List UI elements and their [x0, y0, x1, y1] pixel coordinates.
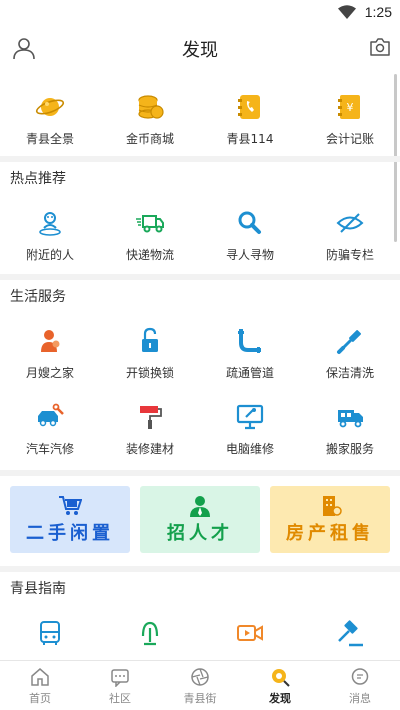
tab-discover[interactable]: 发现 — [240, 661, 320, 710]
status-bar: 1:25 — [0, 0, 400, 26]
hot-nearby-people[interactable]: 附近的人 — [0, 208, 100, 274]
ledger-icon: ¥ — [338, 95, 360, 119]
life-decoration[interactable]: 装修建材 — [100, 402, 200, 470]
hot-find-people-items[interactable]: 寻人寻物 — [200, 208, 300, 274]
banner-text: 房产租售 — [286, 522, 374, 544]
home-icon — [31, 668, 49, 686]
tab-qingxian-street[interactable]: 青县街 — [160, 661, 240, 710]
camera-icon[interactable] — [370, 38, 390, 56]
life-grid-row-1: 月嫂之家 开锁换锁 疏通管道 保洁清洗 — [0, 314, 400, 392]
guide-grid — [0, 606, 400, 660]
life-label: 疏通管道 — [225, 366, 274, 380]
discover-icon — [272, 669, 290, 687]
aperture-icon — [191, 668, 209, 686]
life-nanny[interactable]: 月嫂之家 — [0, 326, 100, 392]
feature-label: 金币商城 — [125, 132, 174, 146]
guide-item-law[interactable] — [300, 618, 400, 660]
banner-second-hand[interactable]: 二手闲置 — [10, 486, 130, 553]
feature-qingxian-114[interactable]: 青县114 — [200, 92, 300, 156]
delivery-truck-icon — [136, 215, 164, 233]
life-label: 搬家服务 — [325, 442, 374, 456]
feature-coin-mall[interactable]: 金币商城 — [100, 92, 200, 156]
promo-banners: 二手闲置 招人才 房产租售 — [0, 476, 400, 566]
banner-recruit[interactable]: 招人才 — [140, 486, 260, 553]
brush-icon — [337, 330, 361, 354]
hot-label: 附近的人 — [25, 248, 74, 262]
phone-book-icon — [238, 95, 260, 119]
hot-express-logistics[interactable]: 快递物流 — [100, 208, 200, 274]
video-icon — [237, 625, 263, 641]
bus-icon — [40, 621, 60, 645]
hot-label: 防骗专栏 — [325, 248, 374, 262]
guide-item-train[interactable] — [100, 618, 200, 660]
monitor-repair-icon — [236, 404, 264, 430]
hot-anti-fraud[interactable]: 防骗专栏 — [300, 208, 400, 274]
life-label: 装修建材 — [125, 442, 174, 456]
search-icon — [238, 211, 261, 234]
feature-label: 青县全景 — [25, 132, 74, 146]
svg-text:¥: ¥ — [347, 101, 354, 114]
tab-label: 消息 — [349, 692, 371, 705]
chat-icon — [111, 669, 129, 687]
section-title-life: 生活服务 — [10, 289, 66, 305]
tab-label: 社区 — [109, 692, 131, 705]
building-icon — [323, 495, 342, 516]
section-title-hot: 热点推荐 — [10, 171, 66, 187]
moving-truck-icon — [338, 410, 363, 428]
status-time: 1:25 — [364, 4, 392, 20]
tab-label: 发现 — [269, 692, 291, 705]
feature-accounting[interactable]: ¥ 会计记账 — [300, 92, 400, 156]
gavel-icon — [338, 620, 363, 647]
tab-community[interactable]: 社区 — [80, 661, 160, 710]
hot-label: 寻人寻物 — [225, 248, 274, 262]
unlock-icon — [142, 327, 158, 352]
feature-qingxian-panorama[interactable]: 青县全景 — [0, 92, 100, 156]
life-label: 开锁换锁 — [125, 366, 174, 380]
train-icon — [141, 621, 159, 646]
life-label: 保洁清洗 — [325, 366, 374, 380]
pipe-icon — [238, 329, 261, 353]
banner-text: 招人才 — [167, 522, 233, 544]
car-repair-icon — [38, 403, 64, 427]
guide-item-video[interactable] — [200, 618, 300, 660]
life-computer-repair[interactable]: 电脑维修 — [200, 402, 300, 470]
nanny-icon — [41, 330, 60, 352]
life-moving[interactable]: 搬家服务 — [300, 402, 400, 470]
hot-label: 快递物流 — [125, 248, 174, 262]
discover-content: 青县全景 金币商城 青县114 ¥ 会计记账 热点推荐 附近的人 快递物流 寻人… — [0, 72, 400, 660]
planet-icon — [35, 98, 65, 116]
bottom-tab-bar: 首页 社区 青县街 发现 消息 — [0, 660, 400, 710]
feature-label: 会计记账 — [325, 132, 374, 146]
paint-roller-icon — [140, 406, 162, 429]
page-title: 发现 — [182, 40, 218, 61]
life-pipe-cleaning[interactable]: 疏通管道 — [200, 326, 300, 392]
section-title-guide: 青县指南 — [10, 581, 66, 597]
nearby-person-icon — [39, 212, 61, 236]
cart-icon — [59, 495, 82, 515]
life-car-repair[interactable]: 汽车汽修 — [0, 402, 100, 470]
recruit-icon — [190, 495, 210, 517]
hot-grid: 附近的人 快递物流 寻人寻物 防骗专栏 — [0, 196, 400, 274]
wifi-icon — [338, 5, 356, 19]
banner-real-estate[interactable]: 房产租售 — [270, 486, 390, 553]
tab-label: 首页 — [29, 692, 51, 705]
life-label: 月嫂之家 — [25, 366, 74, 380]
life-label: 电脑维修 — [225, 442, 274, 456]
life-label: 汽车汽修 — [25, 442, 74, 456]
banner-text: 二手闲置 — [26, 522, 114, 544]
life-grid-row-2: 汽车汽修 装修建材 电脑维修 搬家服务 — [0, 392, 400, 470]
guide-item-bus[interactable] — [0, 618, 100, 660]
tab-home[interactable]: 首页 — [0, 661, 80, 710]
eye-slash-icon — [336, 213, 364, 233]
top-feature-grid: 青县全景 金币商城 青县114 ¥ 会计记账 — [0, 72, 400, 156]
life-cleaning[interactable]: 保洁清洗 — [300, 326, 400, 392]
message-icon — [351, 668, 369, 685]
life-unlock[interactable]: 开锁换锁 — [100, 326, 200, 392]
header: 发现 — [0, 26, 400, 72]
feature-label: 青县114 — [226, 132, 274, 146]
tab-messages[interactable]: 消息 — [320, 661, 400, 710]
tab-label: 青县街 — [183, 692, 217, 705]
coins-icon — [138, 95, 164, 119]
